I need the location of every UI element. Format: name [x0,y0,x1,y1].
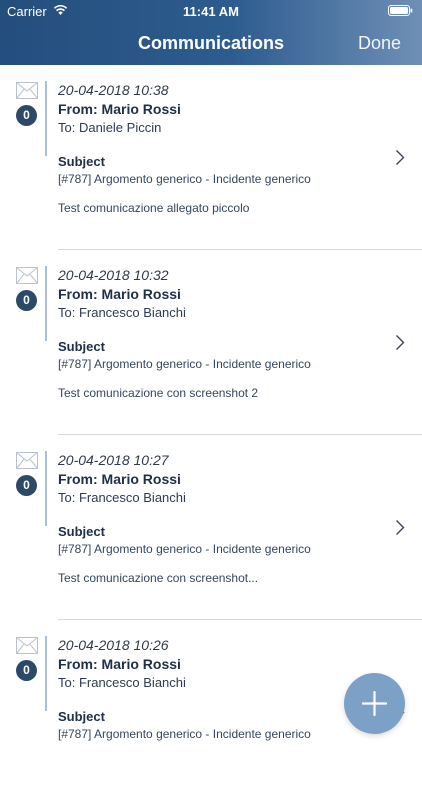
message-date: 20-04-2018 10:27 [58,452,169,468]
message-sender: From: Mario Rossi [58,101,181,117]
chevron-right-icon[interactable] [395,149,405,166]
list-item[interactable]: 0 20-04-2018 10:38 From: Mario Rossi To:… [0,65,422,250]
message-preview: Test comunicazione con screenshot 2 [58,386,259,400]
message-subject: [#787] Argomento generico - Incidente ge… [58,172,311,186]
list-item[interactable]: 0 20-04-2018 10:32 From: Mario Rossi To:… [0,250,422,435]
message-sender: From: Mario Rossi [58,286,181,302]
chevron-right-icon[interactable] [395,334,405,351]
message-subject: [#787] Argomento generico - Incidente ge… [58,542,311,556]
envelope-icon [16,452,38,469]
chevron-right-icon[interactable] [395,519,405,536]
count-badge: 0 [16,290,37,311]
subject-label: Subject [58,709,105,724]
message-date: 20-04-2018 10:38 [58,82,169,98]
envelope-icon [16,82,38,99]
message-date: 20-04-2018 10:26 [58,637,169,653]
envelope-icon [16,267,38,284]
add-communication-button[interactable] [344,673,405,734]
message-subject: [#787] Argomento generico - Incidente ge… [58,357,311,371]
message-preview: Test comunicazione allegato piccolo [58,201,250,215]
subject-label: Subject [58,339,105,354]
count-badge: 0 [16,475,37,496]
subject-label: Subject [58,154,105,169]
message-recipient: To: Francesco Bianchi [58,305,186,320]
status-time: 11:41 AM [183,4,239,19]
divider [45,81,47,156]
envelope-icon [16,637,38,654]
message-sender: From: Mario Rossi [58,471,181,487]
plus-icon [362,691,387,716]
message-recipient: To: Daniele Piccin [58,120,162,135]
subject-label: Subject [58,524,105,539]
message-preview: Test comunicazione con screenshot... [58,571,259,585]
list-item[interactable]: 0 20-04-2018 10:27 From: Mario Rossi To:… [0,435,422,620]
count-badge: 0 [16,105,37,126]
divider [45,636,47,711]
done-button[interactable]: Done [358,33,401,54]
count-badge: 0 [16,660,37,681]
divider [45,451,47,526]
message-recipient: To: Francesco Bianchi [58,490,186,505]
battery-icon [388,5,413,16]
status-bar: Carrier 11:41 AM [0,0,422,22]
message-subject: [#787] Argomento generico - Incidente ge… [58,727,311,741]
message-sender: From: Mario Rossi [58,656,181,672]
message-date: 20-04-2018 10:32 [58,267,169,283]
navigation-header: Carrier 11:41 AM Communications Done [0,0,422,65]
message-recipient: To: Francesco Bianchi [58,675,186,690]
divider [45,266,47,341]
